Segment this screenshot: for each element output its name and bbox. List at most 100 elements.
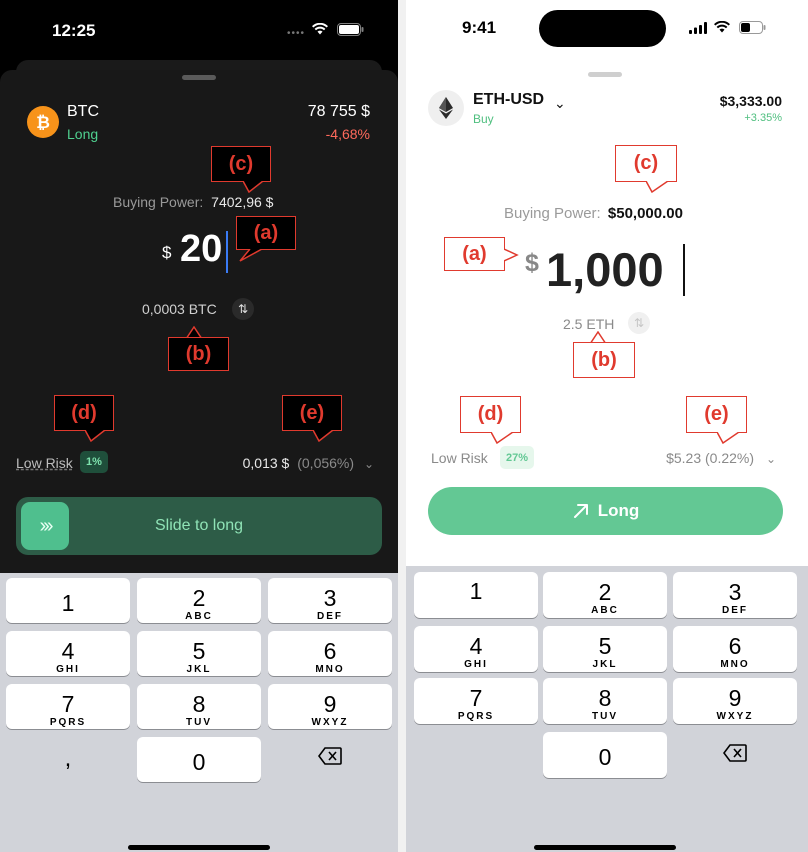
key-4[interactable]: 4 GHI [6,631,130,676]
fee-percent: (0,056%) [297,455,355,471]
asset-side: Buy [473,112,494,126]
sheet-grabber[interactable] [588,72,622,77]
key-6[interactable]: 6 MNO [673,626,797,672]
svg-text:₿: ₿ [36,113,50,132]
sheet-grabber[interactable] [182,75,216,80]
currency-symbol: $ [525,249,539,277]
callout-a-tail [504,248,519,262]
key-9[interactable]: 9 WXYZ [268,684,392,729]
long-button[interactable]: Long [428,487,783,535]
asset-price: 78 755 $ [307,103,370,120]
chevron-down-icon[interactable]: ⌄ [554,95,566,112]
slide-label: Slide to long [154,517,244,534]
callout-c: (c) [615,145,677,182]
amount-input[interactable]: 20 [180,228,222,271]
battery-icon [739,21,766,34]
callout-c: (c) [211,146,271,182]
backspace-icon[interactable] [268,747,392,770]
asset-price: $3,333.00 [719,93,782,109]
key-7[interactable]: 7 PQRS [6,684,130,729]
asset-change: -4,68% [325,126,370,142]
backspace-icon[interactable] [673,744,797,767]
asset-change: +3.35% [744,112,782,124]
buying-power: Buying Power: $50,000.00 [504,205,683,222]
status-bar: 9:41 [406,0,808,60]
text-cursor [226,231,228,273]
fee-estimate[interactable]: $5.23 (0.22%) ⌄ [666,450,776,466]
callout-a: (a) [444,237,505,271]
signal-dots-icon: •••• [287,28,306,39]
screen-divider [398,0,406,852]
asset-symbol: BTC [67,103,99,120]
arrow-up-right-icon [573,504,588,518]
callout-b: (b) [573,342,635,378]
risk-badge: 27% [500,446,534,469]
asset-symbol[interactable]: ETH-USD [473,91,544,109]
asset-side: Long [67,126,99,142]
left-phone-screen: 12:25 •••• ₿ BTC Long 78 755 $ -4,68% (c… [0,0,398,852]
key-2[interactable]: 2 ABC [543,572,667,618]
risk-badge: 1% [80,451,108,473]
status-time: 12:25 [52,21,96,40]
key-5[interactable]: 5 JKL [543,626,667,672]
buying-power-value: $50,000.00 [607,205,683,222]
callout-d-tail [85,430,105,442]
slide-to-long-slider[interactable]: ››› Slide to long [16,497,382,555]
fee-estimate[interactable]: 0,013 $ (0,056%) ⌄ [243,455,374,471]
key-2[interactable]: 2 ABC [137,578,261,623]
swap-units-icon[interactable]: ⇅ [232,298,254,320]
buying-power: Buying Power: 7402,96 $ [113,194,273,210]
key-1[interactable]: 1 [414,572,538,618]
key-7[interactable]: 7 PQRS [414,678,538,724]
risk-label[interactable]: Low Risk [16,455,73,471]
fee-value: 0,013 $ [242,455,290,471]
amount-input[interactable]: 1,000 [546,242,664,297]
wifi-icon [714,21,730,33]
status-time: 9:41 [462,18,497,37]
callout-e-tail [717,432,739,444]
ethereum-icon [428,90,464,126]
right-phone-screen: 9:41 ETH-USD ⌄ Buy $3,333.00 +3.35% (c) … [406,0,808,852]
swap-units-icon[interactable]: ⇅ [628,312,650,334]
risk-label[interactable]: Low Risk [431,450,488,466]
key-1[interactable]: 1 [6,578,130,623]
numeric-keypad: 1 2 ABC 3 DEF 4 GHI 5 JKL 6 MNO 7 PQRS 8 TUV 9W… [0,573,398,852]
chevron-down-icon: ⌄ [363,457,374,471]
key-0[interactable]: 0 [137,737,261,782]
status-bar: 12:25 •••• [0,0,398,60]
callout-d-tail [491,432,513,444]
currency-symbol: $ [162,243,172,262]
callout-e-tail [313,430,333,442]
callout-c-tail [646,181,668,193]
buying-power-label: Buying Power: [504,205,601,222]
callout-e: (e) [282,395,342,431]
conversion-amount: 2.5 ETH [563,316,615,332]
battery-icon [337,23,364,36]
long-button-label: Long [597,501,640,520]
key-6[interactable]: 6 MNO [268,631,392,676]
callout-b: (b) [168,337,229,371]
callout-d: (d) [54,395,114,431]
dynamic-island [539,10,666,47]
home-indicator [128,845,270,850]
key-3[interactable]: 3 DEF [673,572,797,618]
numeric-keypad: 1 2 ABC 3 DEF 4 GHI 5 JKL 6 MNO 7 PQRS 8 TUV 9W… [406,566,808,852]
buying-power-label: Buying Power: [113,194,204,210]
text-cursor [683,244,685,296]
callout-e: (e) [686,396,747,433]
key-8[interactable]: 8 TUV [543,678,667,724]
key-4[interactable]: 4 GHI [414,626,538,672]
key-8[interactable]: 8 TUV [137,684,261,729]
key-0[interactable]: 0 [543,732,667,778]
callout-d: (d) [460,396,521,433]
key-3[interactable]: 3 DEF [268,578,392,623]
buying-power-value: 7402,96 $ [211,194,274,210]
key-comma[interactable]: , [6,745,130,773]
cellular-signal-icon [689,22,707,34]
key-5[interactable]: 5 JKL [137,631,261,676]
key-9[interactable]: 9 WXYZ [673,678,797,724]
wifi-icon [312,23,328,35]
chevron-down-icon: ⌄ [765,452,776,466]
conversion-amount: 0,0003 BTC [142,301,217,317]
bitcoin-icon: ₿ [27,106,59,138]
